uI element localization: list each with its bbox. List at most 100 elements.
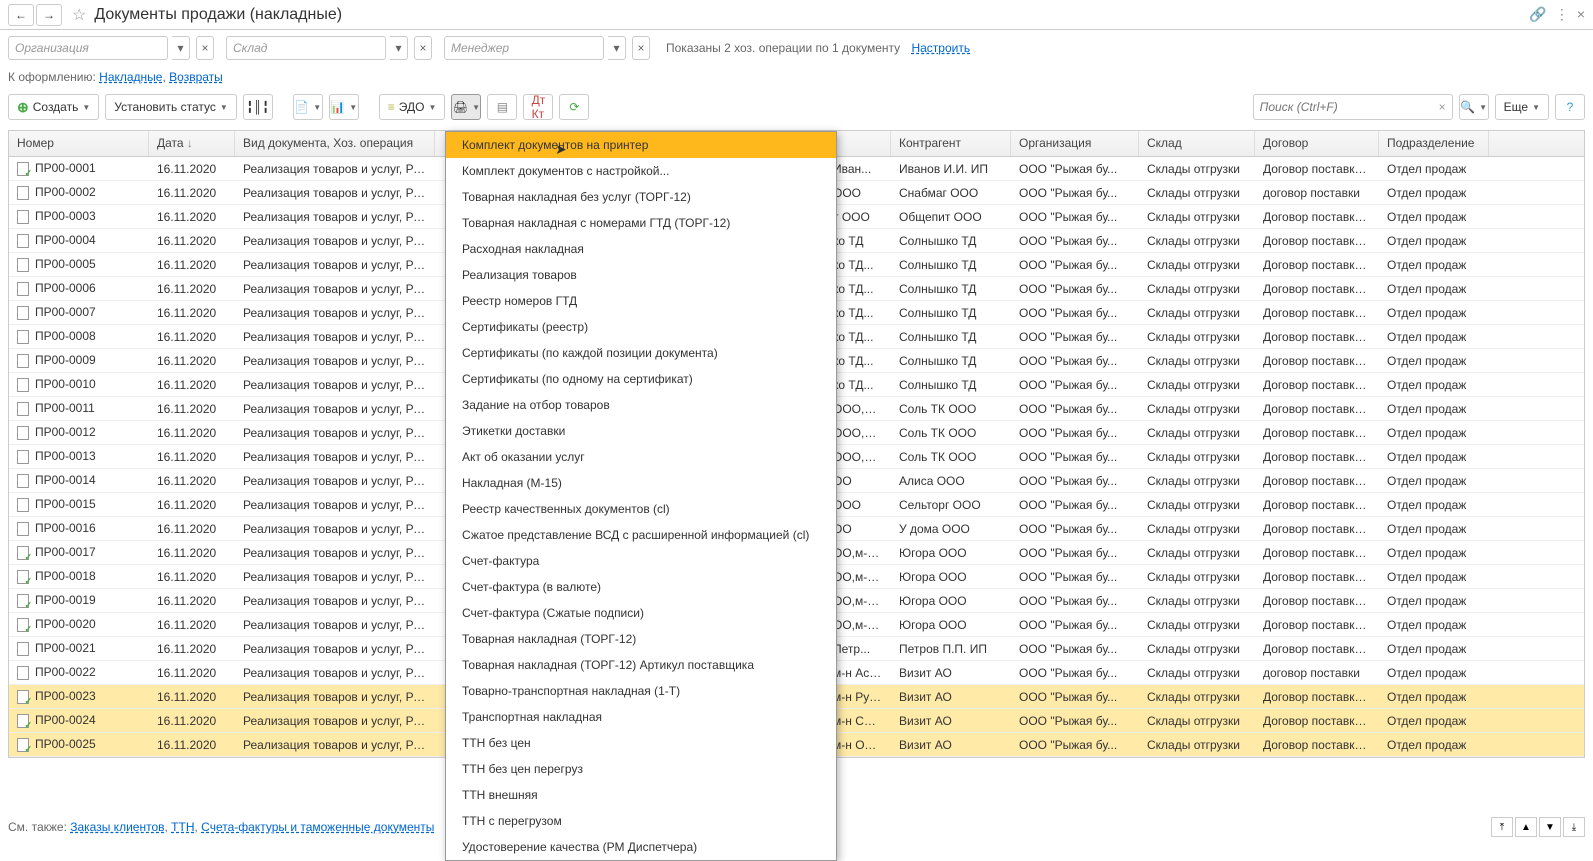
- filter-org[interactable]: Организация: [8, 36, 168, 60]
- doc-icon: [17, 474, 29, 488]
- doc-icon: [17, 426, 29, 440]
- menu-item[interactable]: Сжатое представление ВСД с расширенной и…: [446, 522, 836, 548]
- list-button[interactable]: ▤: [487, 94, 517, 120]
- menu-item[interactable]: ТТН без цен: [446, 730, 836, 756]
- menu-item[interactable]: Реестр качественных документов (cl): [446, 496, 836, 522]
- find-button[interactable]: 🔍▼: [1459, 94, 1489, 120]
- filter-org-dropdown[interactable]: ▾: [172, 36, 190, 60]
- print-button[interactable]: 🖨▼: [451, 94, 481, 120]
- menu-item[interactable]: Накладная (М-15): [446, 470, 836, 496]
- col-contragent[interactable]: Контрагент: [891, 131, 1011, 156]
- menu-item[interactable]: Транспортная накладная: [446, 704, 836, 730]
- col-warehouse[interactable]: Склад: [1139, 131, 1255, 156]
- menu-item[interactable]: Удостоверение качества (РМ Диспетчера): [446, 834, 836, 860]
- menu-item[interactable]: Комплект документов с настройкой...: [446, 158, 836, 184]
- menu-item[interactable]: ТТН внешняя: [446, 782, 836, 808]
- menu-item[interactable]: Сертификаты (по одному на сертификат): [446, 366, 836, 392]
- create-button[interactable]: ⊕Создать▼: [8, 94, 99, 120]
- configure-link[interactable]: Настроить: [911, 41, 970, 55]
- col-contract[interactable]: Договор: [1255, 131, 1379, 156]
- filters-row: Организация ▾ × Склад ▾ × Менеджер ▾ × П…: [0, 30, 1593, 66]
- menu-item[interactable]: Сертификаты (реестр): [446, 314, 836, 340]
- filter-warehouse[interactable]: Склад: [226, 36, 386, 60]
- link-icon[interactable]: 🔗: [1529, 6, 1546, 23]
- filter-manager-dropdown[interactable]: ▾: [608, 36, 626, 60]
- menu-item[interactable]: Счет-фактура: [446, 548, 836, 574]
- filter-warehouse-dropdown[interactable]: ▾: [390, 36, 408, 60]
- copy-button[interactable]: 📄▼: [293, 94, 323, 120]
- menu-item[interactable]: Реестр номеров ГТД: [446, 288, 836, 314]
- menu-item[interactable]: Счет-фактура (Сжатые подписи): [446, 600, 836, 626]
- copy-icon: 📄: [294, 100, 309, 114]
- footer-link-orders[interactable]: Заказы клиентов: [70, 820, 164, 834]
- forward-button[interactable]: →: [36, 4, 62, 26]
- help-icon: ?: [1567, 100, 1574, 114]
- back-button[interactable]: ←: [8, 4, 34, 26]
- footer-link-ttn[interactable]: ТТН: [171, 820, 194, 834]
- search-box[interactable]: ×: [1253, 94, 1453, 120]
- set-status-button[interactable]: Установить статус▼: [105, 94, 237, 120]
- col-date[interactable]: Дата: [149, 131, 235, 156]
- doc-icon: [17, 210, 29, 224]
- search-input[interactable]: [1260, 100, 1439, 114]
- col-type[interactable]: Вид документа, Хоз. операция: [235, 131, 435, 156]
- menu-item[interactable]: Товарная накладная (ТОРГ-12) Артикул пос…: [446, 652, 836, 678]
- filter-status: Показаны 2 хоз. операции по 1 документу: [666, 41, 900, 55]
- close-icon[interactable]: ×: [1577, 6, 1585, 23]
- toolbar: ⊕Создать▼ Установить статус▼ ╏║╏ 📄▼ 📊▼ ≡…: [0, 88, 1593, 126]
- menu-item[interactable]: Товарная накладная с номерами ГТД (ТОРГ-…: [446, 210, 836, 236]
- filter-org-clear[interactable]: ×: [196, 36, 214, 60]
- doc-icon: [17, 402, 29, 416]
- report-button[interactable]: 📊▼: [329, 94, 359, 120]
- page-title: Документы продажи (накладные): [94, 6, 342, 24]
- doc-icon: [17, 234, 29, 248]
- menu-item[interactable]: ТТН с перегрузом: [446, 808, 836, 834]
- filter-manager-clear[interactable]: ×: [632, 36, 650, 60]
- menu-item[interactable]: Сертификаты (по каждой позиции документа…: [446, 340, 836, 366]
- col-organization[interactable]: Организация: [1011, 131, 1139, 156]
- document-table: Номер Дата Вид документа, Хоз. операция …: [8, 130, 1585, 758]
- plus-icon: ⊕: [17, 99, 29, 116]
- nav-last[interactable]: ⤓: [1563, 817, 1585, 837]
- refresh-button[interactable]: ⟳: [559, 94, 589, 120]
- menu-item[interactable]: Товарная накладная (ТОРГ-12): [446, 626, 836, 652]
- link-returns[interactable]: Возвраты: [169, 70, 223, 84]
- menu-item[interactable]: Счет-фактура (в валюте): [446, 574, 836, 600]
- menu-icon[interactable]: ⋮: [1555, 6, 1569, 23]
- menu-item[interactable]: Этикетки доставки: [446, 418, 836, 444]
- filter-warehouse-clear[interactable]: ×: [414, 36, 432, 60]
- doc-icon: [17, 738, 29, 752]
- link-invoices[interactable]: Накладные: [99, 70, 162, 84]
- col-department[interactable]: Подразделение: [1379, 131, 1489, 156]
- menu-item[interactable]: Товарно-транспортная накладная (1-Т): [446, 678, 836, 704]
- nav-down[interactable]: ▼: [1539, 817, 1561, 837]
- menu-item[interactable]: Реализация товаров: [446, 262, 836, 288]
- menu-item[interactable]: Товарная накладная без услуг (ТОРГ-12): [446, 184, 836, 210]
- col-number[interactable]: Номер: [9, 131, 149, 156]
- print-dropdown-menu: Комплект документов на принтерКомплект д…: [445, 131, 837, 861]
- footer-link-invoices[interactable]: Счета-фактуры и таможенные документы: [201, 820, 434, 834]
- barcode-icon: ╏║╏: [246, 100, 269, 114]
- edo-button[interactable]: ≡ЭДО▼: [379, 94, 446, 120]
- help-button[interactable]: ?: [1555, 94, 1585, 120]
- magnifier-icon: 🔍: [1460, 100, 1475, 114]
- check-button[interactable]: ДтКт: [523, 94, 553, 120]
- doc-icon: [17, 714, 29, 728]
- menu-item[interactable]: Задание на отбор товаров: [446, 392, 836, 418]
- doc-icon: [17, 570, 29, 584]
- doc-icon: [17, 546, 29, 560]
- pending-links: К оформлению: Накладные, Возвраты: [0, 66, 1593, 88]
- nav-first[interactable]: ⤒: [1491, 817, 1513, 837]
- star-icon[interactable]: ☆: [72, 5, 86, 25]
- filter-manager[interactable]: Менеджер: [444, 36, 604, 60]
- barcode-button[interactable]: ╏║╏: [243, 94, 273, 120]
- nav-up[interactable]: ▲: [1515, 817, 1537, 837]
- doc-icon: [17, 258, 29, 272]
- menu-item[interactable]: Акт об оказании услуг: [446, 444, 836, 470]
- menu-item[interactable]: ТТН без цен перегруз: [446, 756, 836, 782]
- menu-item[interactable]: Расходная накладная: [446, 236, 836, 262]
- more-button[interactable]: Еще▼: [1495, 94, 1549, 120]
- search-clear[interactable]: ×: [1439, 100, 1446, 114]
- menu-item[interactable]: Комплект документов на принтер: [446, 132, 836, 158]
- doc-icon: [17, 282, 29, 296]
